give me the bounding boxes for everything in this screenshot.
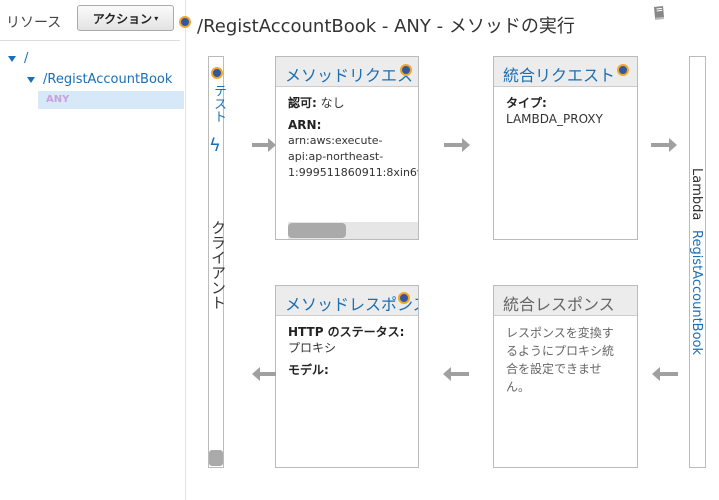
lambda-type: Lambda <box>689 168 704 221</box>
tree-item-root-label[interactable]: / <box>24 51 28 66</box>
integration-request-title-text[interactable]: 統合リクエスト <box>503 66 615 85</box>
auth-value: なし <box>320 96 345 110</box>
arrow-left <box>443 367 469 381</box>
book-icon[interactable] <box>651 5 667 21</box>
info-dot-icon[interactable] <box>400 64 412 76</box>
integration-response-message: レスポンスを変換するようにプロキシ統合を設定できません。 <box>506 326 615 394</box>
client-label: クライアント <box>209 220 227 310</box>
arn-line-1: arn:aws:execute- <box>288 134 383 147</box>
info-dot-icon[interactable] <box>211 67 223 79</box>
auth-row: 認可: なし <box>288 95 406 111</box>
tree-item-regist-account-book-label[interactable]: /RegistAccountBook <box>43 72 172 87</box>
integration-response-title: 統合レスポンス <box>494 286 637 316</box>
panel-divider <box>0 40 180 41</box>
integration-response-card: 統合レスポンス レスポンスを変換するようにプロキシ統合を設定できません。 <box>493 285 638 468</box>
actions-button[interactable]: アクション ▾ <box>77 5 174 31</box>
arn-row: ARN: <box>288 117 406 133</box>
scroll-thumb[interactable] <box>288 223 346 238</box>
lambda-function-link[interactable]: RegistAccountBook <box>689 230 704 355</box>
arrow-left <box>652 367 678 381</box>
tree-expand-icon[interactable] <box>27 76 35 83</box>
lightning-icon[interactable]: ϟ <box>209 137 221 155</box>
page-title: /RegistAccountBook - ANY - メソッドの実行 <box>197 16 575 37</box>
info-dot-icon[interactable] <box>398 292 410 304</box>
type-key: タイプ: <box>506 96 547 110</box>
arn-horizontal-scrollbar[interactable] <box>288 222 418 239</box>
http-status-value: プロキシ <box>288 341 337 355</box>
actions-button-label: アクション <box>92 11 153 26</box>
arn-line-2: api:ap-northeast- <box>288 150 384 163</box>
method-request-title[interactable]: メソッドリクエスト <box>276 57 418 87</box>
method-response-card: メソッドレスポンス HTTP のステータス: プロキシ モデル: <box>275 285 419 468</box>
resources-title: リソース <box>6 15 62 31</box>
method-request-title-text[interactable]: メソッドリクエスト <box>285 66 418 85</box>
http-status-key: HTTP のステータス: <box>288 325 405 339</box>
type-value: LAMBDA_PROXY <box>506 112 603 126</box>
arrow-right <box>252 138 276 152</box>
arrow-right <box>444 138 470 152</box>
method-request-card: メソッドリクエスト 認可: なし ARN: arn:aws:execute- a… <box>275 56 419 240</box>
tree-expand-icon[interactable] <box>8 55 16 62</box>
model-key: モデル: <box>288 363 329 377</box>
auth-key: 認可: <box>288 96 317 110</box>
info-dot-icon[interactable] <box>617 64 629 76</box>
integration-response-title-text: 統合レスポンス <box>503 295 615 314</box>
arrow-right <box>651 138 677 152</box>
info-dot-icon[interactable] <box>179 16 191 28</box>
method-response-title[interactable]: メソッドレスポンス <box>276 286 418 316</box>
tree-item-any-label[interactable]: ANY <box>46 94 69 105</box>
test-link[interactable]: テスト <box>209 84 228 123</box>
lambda-function-label: Lambda RegistAccountBook <box>689 168 704 356</box>
client-scroll-thumb[interactable] <box>209 450 223 466</box>
arrow-left <box>252 367 276 381</box>
tree-item-root[interactable]: / <box>8 51 28 66</box>
vertical-divider <box>185 0 186 500</box>
arn-line-3: 1:999511860911:8xin6v <box>288 166 419 179</box>
integration-request-title[interactable]: 統合リクエスト <box>494 57 637 87</box>
arn-key: ARN: <box>288 118 322 132</box>
tree-item-regist-account-book[interactable]: /RegistAccountBook <box>27 72 172 87</box>
caret-down-icon: ▾ <box>154 13 159 23</box>
integration-request-card: 統合リクエスト タイプ: LAMBDA_PROXY <box>493 56 638 240</box>
